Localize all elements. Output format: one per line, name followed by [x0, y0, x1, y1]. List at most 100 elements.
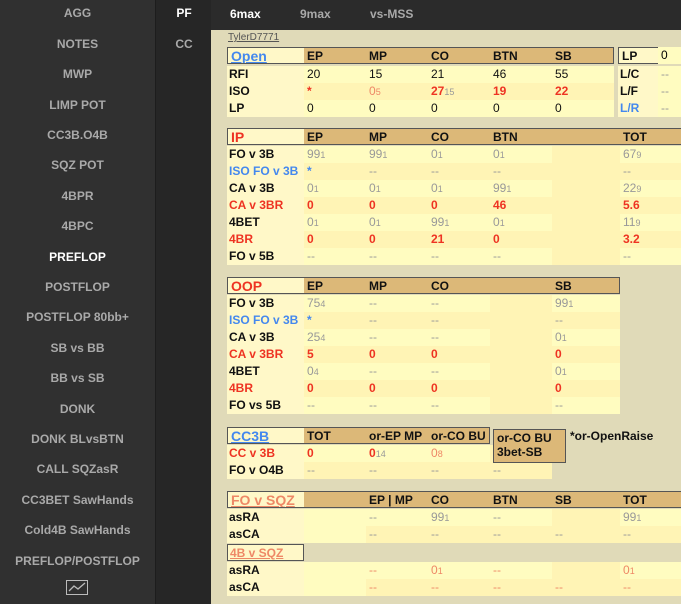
oop-4bet-col2[interactable]: --	[428, 363, 490, 380]
sidebar-item-donk-blvsbtn[interactable]: DONK BLvsBTN	[0, 432, 155, 446]
sidebar-item-sb-vs-bb[interactable]: SB vs BB	[0, 341, 155, 355]
cc3b-cc-v-3b-col0[interactable]: 0	[304, 445, 366, 462]
tab-vs-mss[interactable]: vs-MSS	[370, 7, 413, 21]
fovsqz-asra-col2[interactable]: 991	[428, 509, 490, 526]
ip-4bet-col1[interactable]: 01	[366, 214, 428, 231]
oop-fo-vs-5b-col0[interactable]: --	[304, 397, 366, 414]
oop-4bet-col1[interactable]: --	[366, 363, 428, 380]
tab-9max[interactable]: 9max	[300, 7, 331, 21]
b4vsqz-asra-col0[interactable]	[304, 562, 366, 579]
cc3b-cc-v-3b-col1[interactable]: 014	[366, 445, 428, 462]
ip-ca-v-3br-col5[interactable]: 5.6	[620, 197, 681, 214]
oop-4br-col4[interactable]: 0	[552, 380, 620, 397]
oop-fo-vs-5b-col3[interactable]	[490, 397, 552, 414]
b4vsqz-asca-col1[interactable]: --	[366, 579, 428, 596]
oop-ca-v-3br-col4[interactable]: 0	[552, 346, 620, 363]
ip-ca-v-3br-col1[interactable]: 0	[366, 197, 428, 214]
open-rfi-ep[interactable]: 20	[304, 66, 366, 83]
oop-ca-v-3br-col2[interactable]: 0	[428, 346, 490, 363]
open-rfi-btn[interactable]: 46	[490, 66, 552, 83]
fovsqz-table-title[interactable]: FO v SQZ	[227, 491, 304, 508]
open-iso-ep[interactable]: *	[304, 83, 366, 100]
oop-4br-col2[interactable]: 0	[428, 380, 490, 397]
ip-ca-v-3b-col4[interactable]	[552, 180, 620, 197]
ip-4br-col5[interactable]: 3.2	[620, 231, 681, 248]
open-side-value-l-c[interactable]: --	[658, 66, 681, 83]
player-name[interactable]: TylerD7771	[228, 32, 279, 43]
sidebar-item-4bpc[interactable]: 4BPC	[0, 219, 155, 233]
sub-tab-pf[interactable]: PF	[156, 6, 212, 20]
fovsqz-asca-col2[interactable]: --	[428, 526, 490, 543]
open-table-title[interactable]: Open	[227, 47, 304, 64]
oop-ca-v-3br-col3[interactable]	[490, 346, 552, 363]
oop-ca-v-3b-col0[interactable]: 254	[304, 329, 366, 346]
oop-fo-v-3b-col4[interactable]: 991	[552, 295, 620, 312]
ip-ca-v-3b-col0[interactable]: 01	[304, 180, 366, 197]
ip-fo-v-5b-col4[interactable]	[552, 248, 620, 265]
sidebar-item-cc3bet-sawhands[interactable]: CC3BET SawHands	[0, 493, 155, 507]
oop-ca-v-3b-col3[interactable]	[490, 329, 552, 346]
b4vsqz-asca-col2[interactable]: --	[428, 579, 490, 596]
fovsqz-asca-col3[interactable]: --	[490, 526, 552, 543]
sub-tab-cc[interactable]: CC	[156, 37, 212, 51]
ip-iso-fo-v-3b-col5[interactable]: --	[620, 163, 681, 180]
oop-4br-col1[interactable]: 0	[366, 380, 428, 397]
b4vsqz-asca-col0[interactable]	[304, 579, 366, 596]
ip-fo-v-5b-col5[interactable]: --	[620, 248, 681, 265]
b4vsqz-table-title[interactable]: 4B v SQZ	[227, 544, 304, 561]
sidebar-item-mwp[interactable]: MWP	[0, 67, 155, 81]
ip-iso-fo-v-3b-col0[interactable]: *	[304, 163, 366, 180]
ip-ca-v-3b-col2[interactable]: 01	[428, 180, 490, 197]
ip-fo-v-5b-col0[interactable]: --	[304, 248, 366, 265]
ip-fo-v-3b-col4[interactable]	[552, 146, 620, 163]
ip-fo-v-5b-col3[interactable]: --	[490, 248, 552, 265]
sidebar-item-cc3b-o4b[interactable]: CC3B.O4B	[0, 128, 155, 142]
open-rfi-mp[interactable]: 15	[366, 66, 428, 83]
open-side-lp-value[interactable]: 0	[658, 47, 681, 64]
sidebar-item-sqz-pot[interactable]: SQZ POT	[0, 158, 155, 172]
open-iso-btn[interactable]: 19	[490, 83, 552, 100]
oop-iso-fo-v-3b-col2[interactable]: --	[428, 312, 490, 329]
ip-fo-v-3b-col3[interactable]: 01	[490, 146, 552, 163]
oop-table-title[interactable]: OOP	[227, 277, 304, 294]
open-lp-mp[interactable]: 0	[366, 100, 428, 117]
b4vsqz-asca-col3[interactable]: --	[490, 579, 552, 596]
fovsqz-asra-col0[interactable]	[304, 509, 366, 526]
ip-4bet-col5[interactable]: 119	[620, 214, 681, 231]
b4vsqz-asra-col1[interactable]: --	[366, 562, 428, 579]
fovsqz-asca-col5[interactable]: --	[620, 526, 681, 543]
cc3b-fo-v-o4b-col2[interactable]: --	[428, 462, 490, 479]
ip-ca-v-3b-col5[interactable]: 229	[620, 180, 681, 197]
sidebar-item-notes[interactable]: NOTES	[0, 37, 155, 51]
b4vsqz-asra-col4[interactable]	[552, 562, 620, 579]
fovsqz-asra-col5[interactable]: 991	[620, 509, 681, 526]
ip-table-title[interactable]: IP	[227, 128, 304, 145]
cc3b-fo-v-o4b-col3[interactable]: --	[490, 462, 552, 479]
oop-iso-fo-v-3b-col1[interactable]: --	[366, 312, 428, 329]
ip-4bet-col0[interactable]: 01	[304, 214, 366, 231]
ip-ca-v-3b-col1[interactable]: 01	[366, 180, 428, 197]
ip-iso-fo-v-3b-col3[interactable]: --	[490, 163, 552, 180]
open-lp-ep[interactable]: 0	[304, 100, 366, 117]
oop-iso-fo-v-3b-col0[interactable]: *	[304, 312, 366, 329]
oop-4br-col0[interactable]: 0	[304, 380, 366, 397]
open-iso-mp[interactable]: 05	[366, 83, 428, 100]
ip-fo-v-3b-col1[interactable]: 991	[366, 146, 428, 163]
sidebar-item-bb-vs-sb[interactable]: BB vs SB	[0, 371, 155, 385]
oop-fo-v-3b-col0[interactable]: 754	[304, 295, 366, 312]
cc3b-fo-v-o4b-col1[interactable]: --	[366, 462, 428, 479]
ip-iso-fo-v-3b-col2[interactable]: --	[428, 163, 490, 180]
ip-fo-v-3b-col2[interactable]: 01	[428, 146, 490, 163]
ip-4bet-col2[interactable]: 991	[428, 214, 490, 231]
chart-icon[interactable]	[66, 580, 88, 595]
sidebar-item-postflop-80bb[interactable]: POSTFLOP 80bb+	[0, 310, 155, 324]
cc3b-fo-v-o4b-col0[interactable]: --	[304, 462, 366, 479]
oop-4bet-col4[interactable]: 01	[552, 363, 620, 380]
open-lp-sb[interactable]: 0	[552, 100, 614, 117]
fovsqz-asra-col1[interactable]: --	[366, 509, 428, 526]
oop-fo-v-3b-col1[interactable]: --	[366, 295, 428, 312]
ip-4br-col4[interactable]	[552, 231, 620, 248]
oop-4bet-col0[interactable]: 04	[304, 363, 366, 380]
fovsqz-asca-col4[interactable]: --	[552, 526, 620, 543]
cc3b-cc-v-3b-col2[interactable]: 08	[428, 445, 490, 462]
